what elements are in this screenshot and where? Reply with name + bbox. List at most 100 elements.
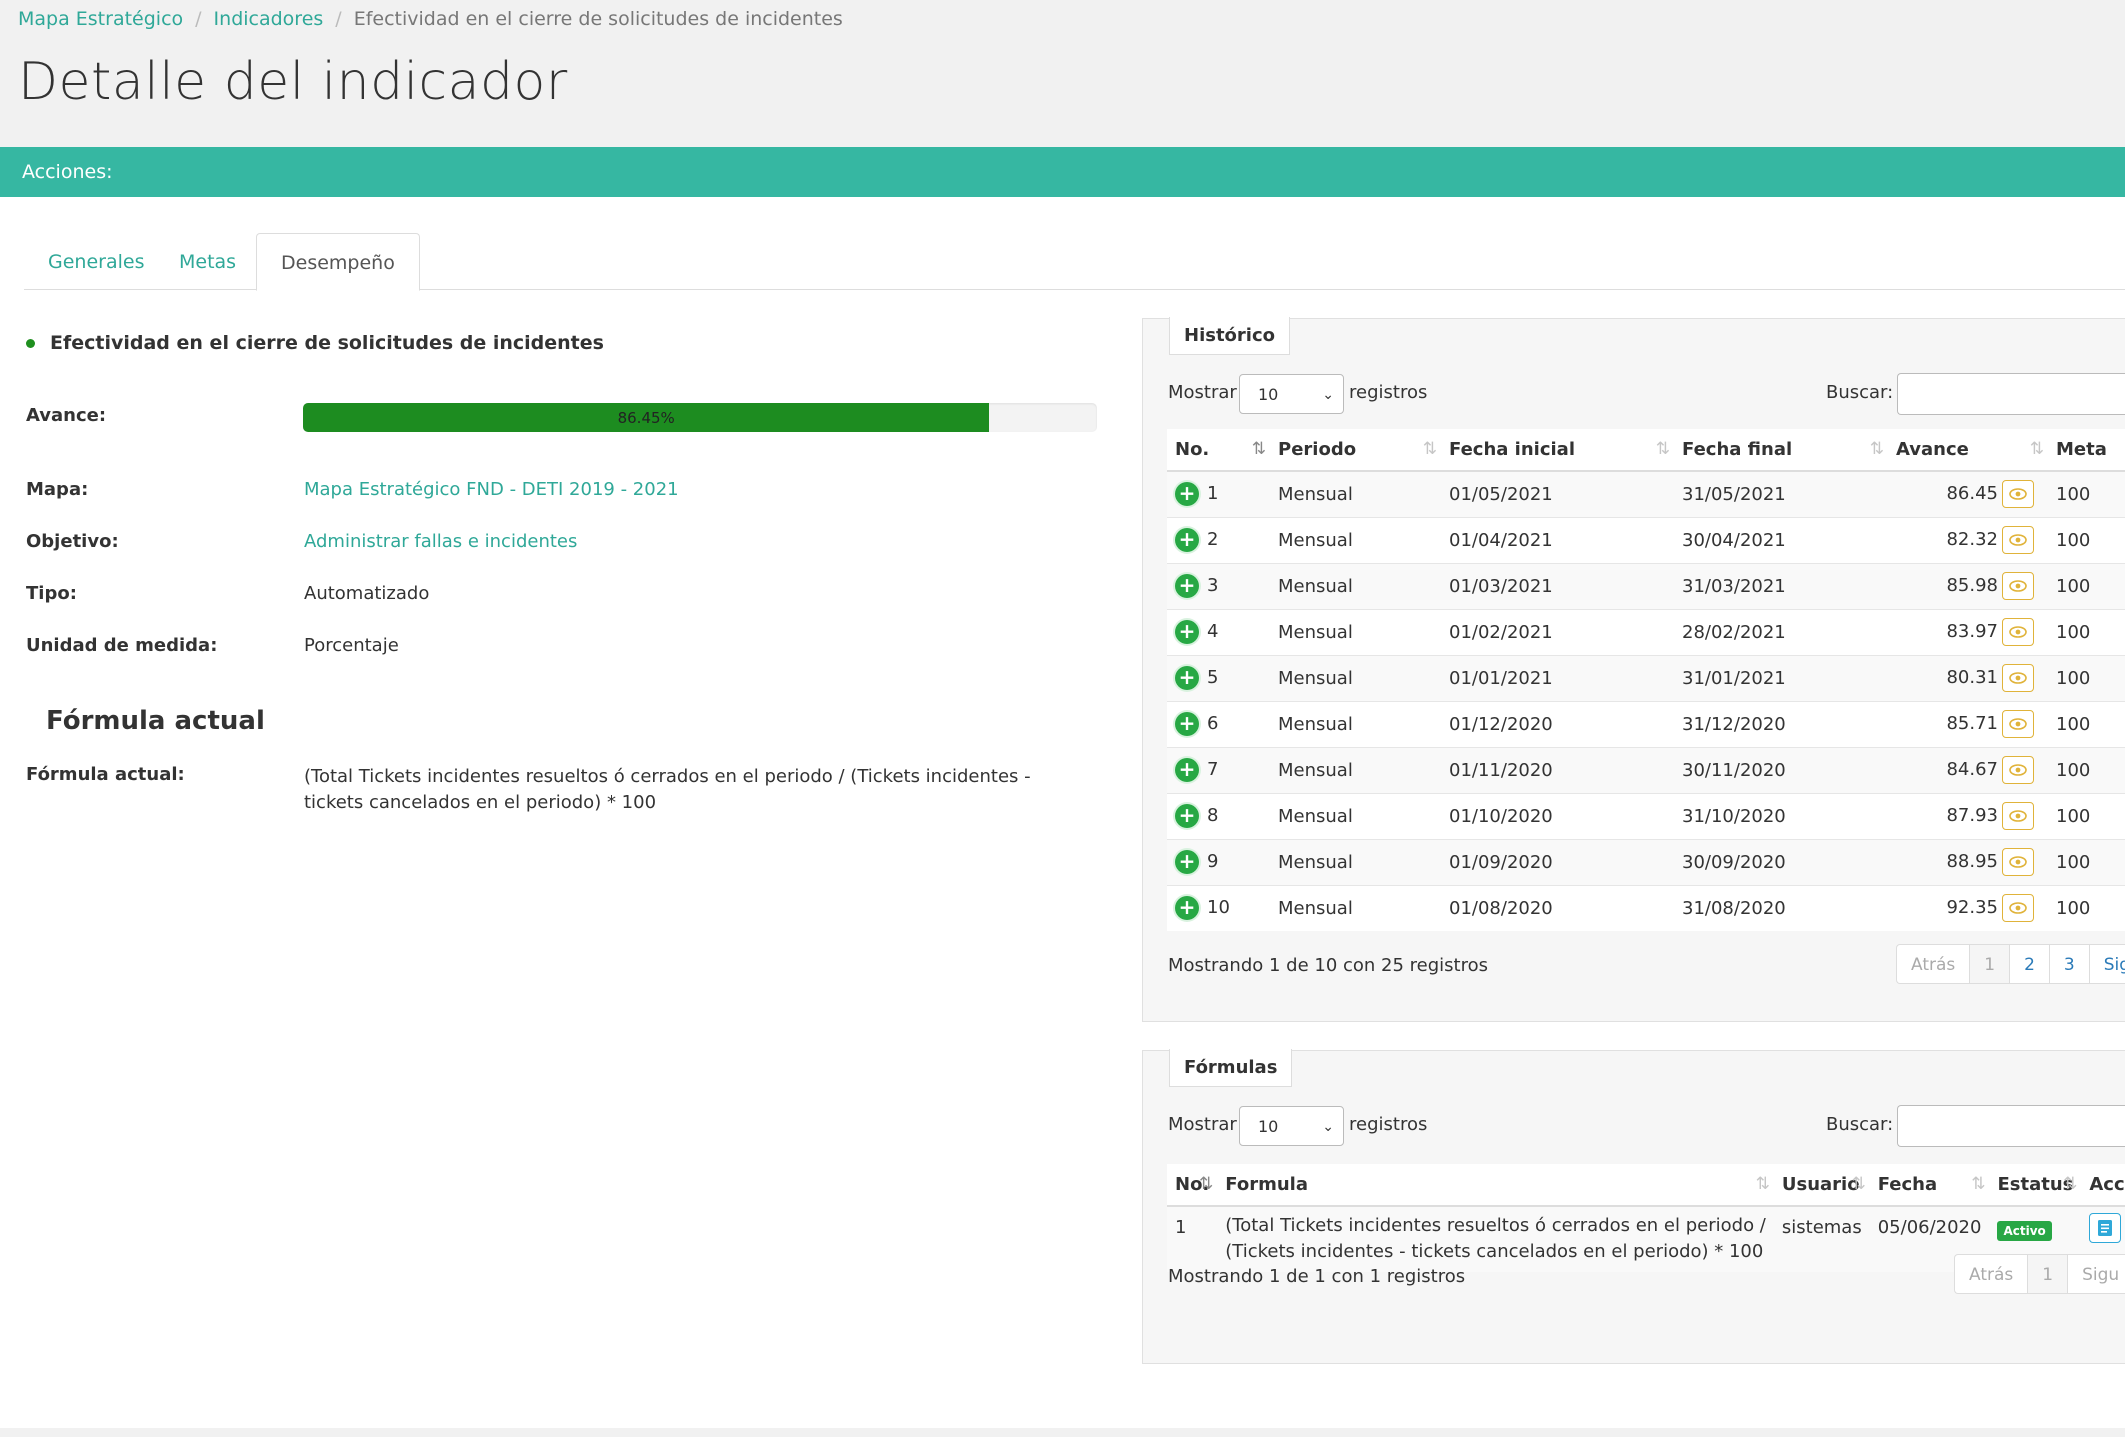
cell-fecha-final: 31/10/2020 xyxy=(1674,792,1888,839)
cell-avance: 92.35 xyxy=(1888,884,2048,931)
pager-prev-button[interactable]: Atrás xyxy=(1955,1255,2029,1293)
pager-page-1[interactable]: 1 xyxy=(2028,1255,2069,1293)
pager-page-3[interactable]: 3 xyxy=(2050,945,2090,983)
cell-no: +3 xyxy=(1167,562,1270,609)
bullet-dot-icon xyxy=(26,338,35,348)
formulas-search-input[interactable] xyxy=(1897,1105,2125,1147)
sort-icon: ⇅ xyxy=(1869,439,1884,459)
breadcrumb: Mapa Estratégico / Indicadores / Efectiv… xyxy=(18,8,843,30)
pager-next-button[interactable]: Sigu xyxy=(2068,1255,2125,1293)
status-badge: Activo xyxy=(1997,1221,2052,1241)
view-detail-button[interactable] xyxy=(2002,664,2034,692)
view-detail-button[interactable] xyxy=(2002,526,2034,554)
cell-fecha-inicial: 01/03/2021 xyxy=(1441,562,1674,609)
view-formula-button[interactable] xyxy=(2089,1213,2122,1243)
pager-next-button[interactable]: Sigu xyxy=(2090,945,2125,983)
expand-row-icon[interactable]: + xyxy=(1175,666,1199,690)
sort-icon: ⇅ xyxy=(1655,439,1670,459)
expand-row-icon[interactable]: + xyxy=(1175,712,1199,736)
cell-fecha-final: 31/01/2021 xyxy=(1674,654,1888,701)
eye-icon xyxy=(2009,580,2027,592)
eye-icon xyxy=(2009,764,2027,776)
historico-header-row: No. ⇅ Periodo ⇅ Fecha inicial ⇅ Fecha final… xyxy=(1167,429,2125,472)
cell-periodo: Mensual xyxy=(1270,884,1441,931)
cell-fecha-inicial: 01/01/2021 xyxy=(1441,654,1674,701)
col-header-fecha-final[interactable]: Fecha final ⇅ xyxy=(1674,429,1888,472)
col-header-no[interactable]: No. ⇅ xyxy=(1167,429,1270,472)
expand-row-icon[interactable]: + xyxy=(1175,528,1199,552)
col-header-formula[interactable]: Formula ⇅ xyxy=(1217,1164,1774,1207)
cell-periodo: Mensual xyxy=(1270,746,1441,793)
breadcrumb-separator: / xyxy=(335,8,342,30)
tab-metas[interactable]: Metas xyxy=(155,233,260,290)
progress-bar: 86.45% xyxy=(303,403,1097,432)
cell-meta: 100 xyxy=(2048,654,2125,701)
expand-row-icon[interactable]: + xyxy=(1175,804,1199,828)
view-detail-button[interactable] xyxy=(2002,894,2034,923)
breadcrumb-link-indicadores[interactable]: Indicadores xyxy=(214,8,324,30)
cell-fecha-inicial: 01/10/2020 xyxy=(1441,792,1674,839)
cell-fecha-inicial: 01/05/2021 xyxy=(1441,470,1674,517)
progress-fill: 86.45% xyxy=(303,403,990,432)
expand-row-icon[interactable]: + xyxy=(1175,850,1199,874)
col-header-meta[interactable]: Meta xyxy=(2048,429,2125,472)
formulas-legend: Fórmulas xyxy=(1169,1049,1293,1087)
col-header-estatus[interactable]: Estatus ⇅ xyxy=(1989,1164,2082,1207)
breadcrumb-link-mapa[interactable]: Mapa Estratégico xyxy=(18,8,183,30)
cell-meta: 100 xyxy=(2048,838,2125,885)
tab-desempeno[interactable]: Desempeño xyxy=(256,233,420,291)
col-header-no[interactable]: No. ⇅ xyxy=(1167,1164,1218,1207)
pager-page-2[interactable]: 2 xyxy=(2010,945,2050,983)
view-detail-button[interactable] xyxy=(2002,802,2034,830)
cell-no: +9 xyxy=(1167,838,1270,885)
expand-row-icon[interactable]: + xyxy=(1175,620,1199,644)
eye-icon xyxy=(2009,488,2027,501)
table-row: +3 Mensual 01/03/2021 31/03/2021 85.98 100 xyxy=(1167,562,2125,609)
cell-no: +2 xyxy=(1167,516,1270,563)
cell-meta: 100 xyxy=(2048,884,2125,931)
col-header-fecha[interactable]: Fecha ⇅ xyxy=(1869,1164,1990,1207)
eye-icon xyxy=(2009,534,2027,546)
view-detail-button[interactable] xyxy=(2002,618,2034,646)
table-row: +5 Mensual 01/01/2021 31/01/2021 80.31 100 xyxy=(1167,654,2125,701)
cell-fecha-final: 31/08/2020 xyxy=(1674,884,1888,931)
expand-row-icon[interactable]: + xyxy=(1175,758,1199,782)
footer-band xyxy=(0,1428,2125,1437)
historico-search-input[interactable] xyxy=(1897,373,2125,415)
progress-text: 86.45% xyxy=(617,408,675,427)
col-header-avance[interactable]: Avance ⇅ xyxy=(1888,429,2048,472)
actions-label: Acciones: xyxy=(22,161,113,183)
expand-row-icon[interactable]: + xyxy=(1175,482,1199,507)
cell-no: +4 xyxy=(1167,608,1270,655)
sort-asc-icon: ⇅ xyxy=(1199,1174,1214,1194)
expand-row-icon[interactable]: + xyxy=(1175,574,1199,598)
view-detail-button[interactable] xyxy=(2002,572,2034,600)
formulas-page-size-select[interactable]: 10 ⌄ xyxy=(1239,1106,1344,1146)
tab-generales[interactable]: Generales xyxy=(24,233,168,290)
expand-row-icon[interactable]: + xyxy=(1175,896,1199,921)
cell-avance: 85.98 xyxy=(1888,562,2048,609)
col-header-periodo[interactable]: Periodo ⇅ xyxy=(1270,429,1441,472)
view-detail-button[interactable] xyxy=(2002,756,2034,784)
field-value-objetivo[interactable]: Administrar fallas e incidentes xyxy=(304,531,577,552)
view-detail-button[interactable] xyxy=(2002,480,2034,509)
view-detail-button[interactable] xyxy=(2002,848,2034,876)
pager-page-1[interactable]: 1 xyxy=(1970,945,2011,983)
historico-page-size-select[interactable]: 10 ⌄ xyxy=(1239,374,1344,414)
cell-fecha-inicial: 01/02/2021 xyxy=(1441,608,1674,655)
historico-page-size-value: 10 xyxy=(1258,385,1279,404)
cell-avance: 84.67 xyxy=(1888,746,2048,793)
field-value-mapa[interactable]: Mapa Estratégico FND - DETI 2019 - 2021 xyxy=(304,479,679,500)
view-detail-button[interactable] xyxy=(2002,710,2034,738)
cell-periodo: Mensual xyxy=(1270,470,1441,517)
pager-prev-button[interactable]: Atrás xyxy=(1897,945,1971,983)
formulas-records-label: registros xyxy=(1349,1114,1428,1135)
col-header-fecha-inicial[interactable]: Fecha inicial ⇅ xyxy=(1441,429,1674,472)
sort-icon: ⇅ xyxy=(2029,439,2044,459)
cell-periodo: Mensual xyxy=(1270,654,1441,701)
historico-panel: Histórico Mostrar 10 ⌄ registros Buscar:… xyxy=(1142,317,2125,1022)
cell-fecha-inicial: 01/09/2020 xyxy=(1441,838,1674,885)
cell-meta: 100 xyxy=(2048,562,2125,609)
eye-icon xyxy=(2009,718,2027,730)
col-header-usuario[interactable]: Usuario ⇅ xyxy=(1773,1164,1870,1207)
